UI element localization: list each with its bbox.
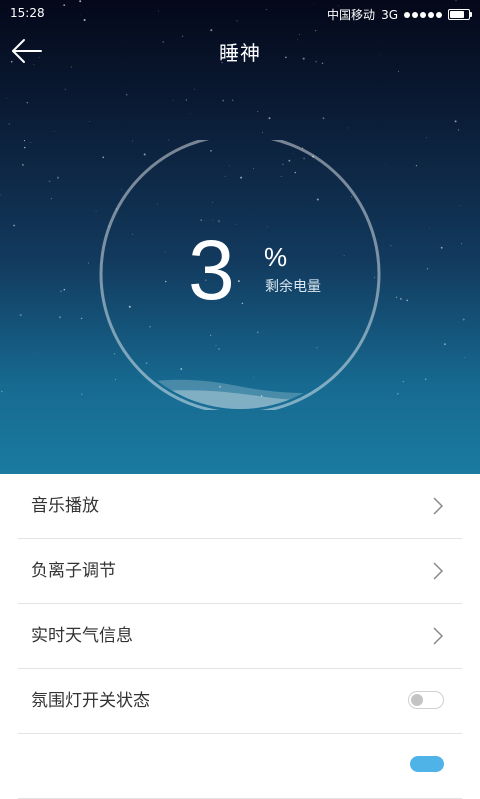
page-title: 睡神 — [219, 41, 261, 65]
star — [50, 197, 53, 200]
star — [48, 180, 51, 183]
star — [87, 262, 89, 264]
star — [262, 131, 264, 133]
star — [0, 194, 1, 196]
star — [80, 317, 83, 320]
battery-percent-unit: % — [264, 242, 288, 272]
chevron-right-icon — [433, 497, 444, 515]
star — [13, 224, 15, 227]
star — [322, 117, 325, 120]
status-bar: 15:28 中国移动 3G — [0, 0, 480, 26]
star — [36, 352, 38, 353]
gauge-ring — [99, 140, 381, 410]
hero-panel: 15:28 中国移动 3G 睡神 3 % 剩余电量 — [0, 0, 480, 474]
star — [400, 298, 402, 300]
star — [0, 390, 3, 393]
star — [461, 243, 463, 245]
star — [22, 164, 24, 166]
star — [8, 123, 10, 125]
star — [444, 343, 446, 346]
star — [457, 129, 460, 131]
star — [64, 88, 66, 91]
star — [384, 164, 386, 166]
menu-item-anion-adjust[interactable]: 负离子调节 — [18, 539, 462, 604]
battery-remaining-label: 剩余电量 — [265, 279, 321, 295]
network-type: 3G — [381, 7, 398, 22]
star — [63, 288, 66, 291]
star — [440, 246, 443, 249]
star — [70, 66, 72, 68]
menu-item-weather-info[interactable]: 实时天气信息 — [18, 604, 462, 669]
star — [232, 99, 234, 101]
toggle-knob — [411, 694, 423, 706]
star — [397, 70, 400, 72]
star — [30, 141, 32, 143]
star — [268, 117, 271, 120]
star — [406, 299, 408, 302]
star — [464, 356, 466, 358]
menu-item-label: 实时天气信息 — [31, 626, 133, 646]
star — [125, 93, 128, 96]
partial-toggle[interactable] — [410, 756, 444, 772]
menu-item-music-playback[interactable]: 音乐播放 — [18, 474, 462, 539]
star — [462, 318, 465, 321]
status-indicators: 中国移动 3G — [327, 6, 472, 23]
star — [81, 393, 83, 395]
signal-strength-icon — [404, 11, 442, 18]
star — [56, 176, 60, 179]
star — [257, 111, 259, 113]
star — [95, 210, 97, 212]
star — [460, 205, 461, 207]
star — [425, 137, 427, 139]
star — [53, 130, 55, 132]
star — [23, 140, 26, 142]
star — [396, 392, 399, 395]
menu-item-label: 音乐播放 — [31, 496, 99, 516]
star — [425, 378, 427, 380]
star — [222, 99, 225, 102]
menu-item-ambient-light: 氛围灯开关状态 — [18, 669, 462, 734]
battery-icon — [448, 9, 472, 20]
star — [402, 380, 404, 383]
star — [172, 99, 174, 101]
settings-menu: 音乐播放 负离子调节 实时天气信息 氛围灯开关状态 — [0, 474, 480, 799]
chevron-right-icon — [433, 562, 444, 580]
star — [193, 88, 196, 90]
star — [24, 146, 26, 149]
menu-item-label: 氛围灯开关状态 — [31, 691, 150, 711]
star — [185, 99, 187, 101]
star — [60, 290, 63, 293]
star — [415, 165, 418, 167]
status-time: 15:28 — [10, 6, 45, 20]
menu-item-label: 负离子调节 — [31, 561, 116, 581]
star — [19, 313, 22, 317]
star — [426, 268, 429, 270]
star — [454, 120, 457, 123]
star — [26, 102, 28, 104]
star — [314, 29, 317, 32]
star — [428, 227, 430, 228]
gauge-water-fill — [108, 379, 375, 409]
star — [395, 296, 398, 299]
star — [190, 113, 192, 114]
ambient-light-toggle[interactable] — [408, 691, 444, 709]
battery-percent-value: 3 — [188, 223, 235, 317]
chevron-right-icon — [433, 627, 444, 645]
star — [58, 316, 62, 319]
star — [210, 29, 213, 32]
carrier-name: 中国移动 — [327, 8, 376, 22]
star — [6, 97, 7, 99]
star — [89, 121, 90, 122]
star — [347, 127, 349, 129]
menu-item-partial — [18, 734, 462, 799]
star — [298, 33, 301, 36]
star — [390, 244, 392, 247]
battery-gauge — [99, 140, 381, 410]
